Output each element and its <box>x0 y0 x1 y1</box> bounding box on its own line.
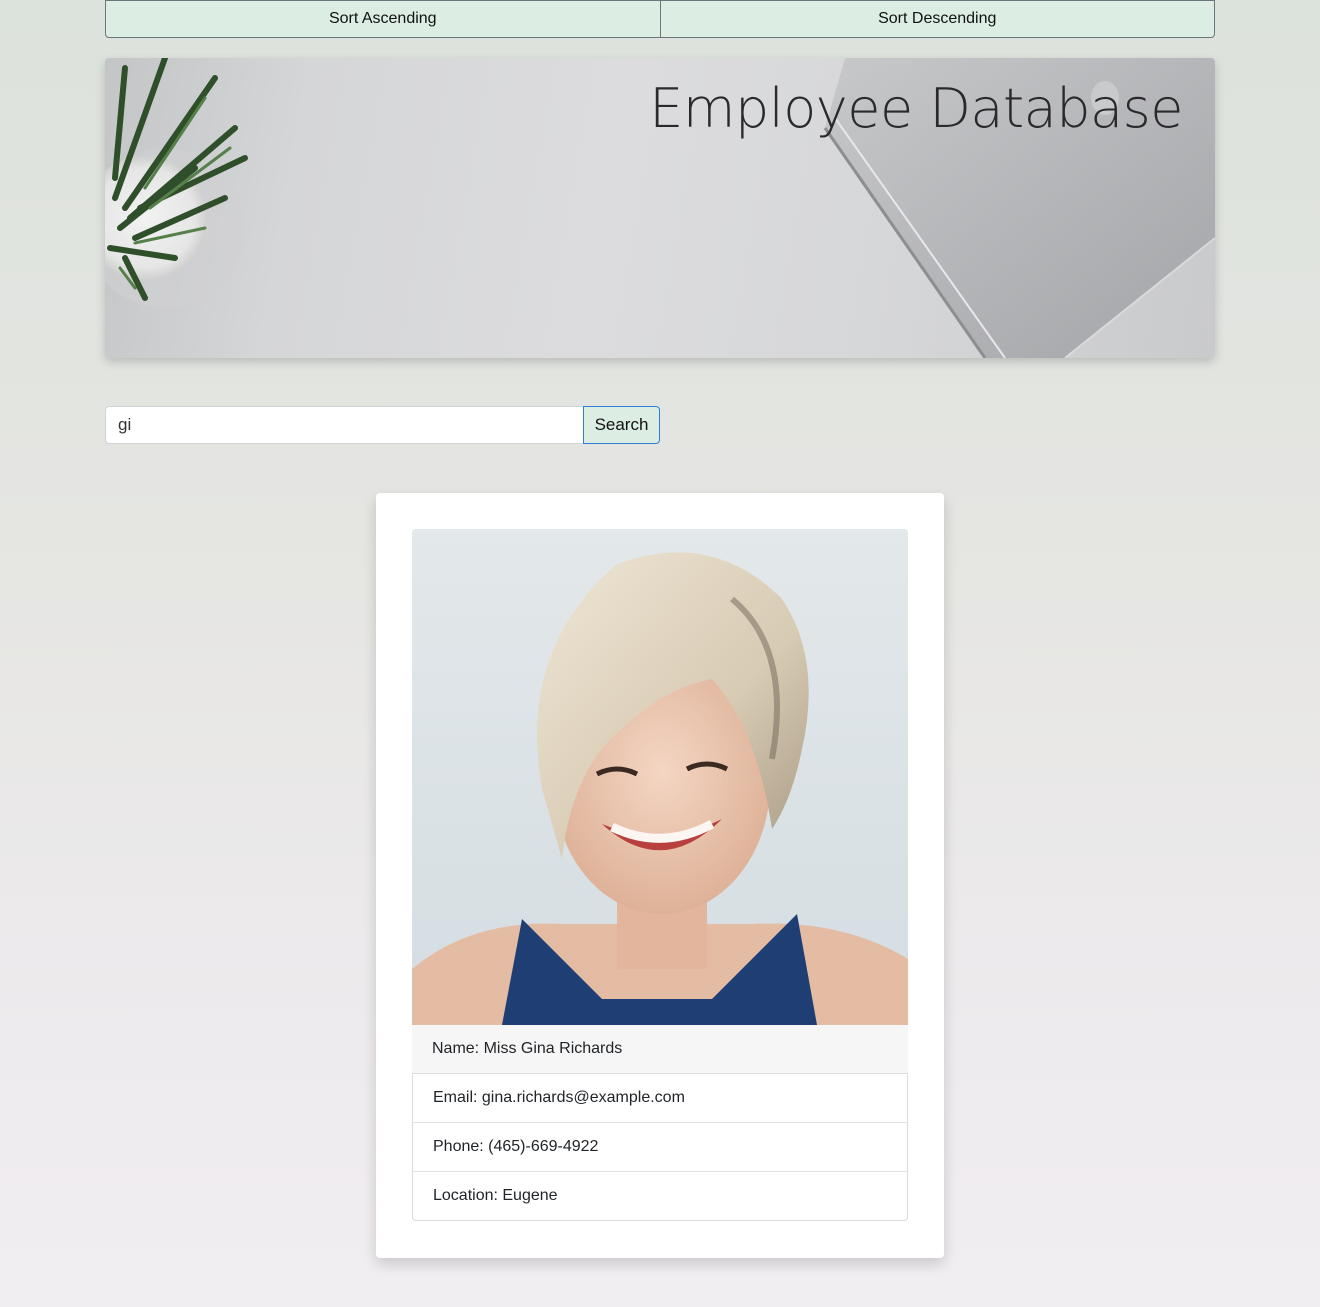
employee-photo <box>412 529 908 1025</box>
employee-card: Name: Miss Gina Richards Email: gina.ric… <box>376 493 944 1258</box>
search-button[interactable]: Search <box>583 406 660 444</box>
sort-toolbar: Sort Ascending Sort Descending <box>105 0 1215 38</box>
search-bar: Search <box>105 406 660 444</box>
employee-location: Location: Eugene <box>433 1187 558 1204</box>
header-banner: Employee Database <box>105 58 1215 358</box>
sort-descending-button[interactable]: Sort Descending <box>660 0 1215 38</box>
search-input[interactable] <box>105 406 583 444</box>
employee-portrait-image <box>412 529 908 1025</box>
page-title: Employee Database <box>649 77 1183 140</box>
employee-details-list: Email: gina.richards@example.com Phone: … <box>412 1074 908 1221</box>
employee-email: Email: gina.richards@example.com <box>413 1074 907 1123</box>
employee-name: Name: Miss Gina Richards <box>412 1025 908 1074</box>
sort-ascending-button[interactable]: Sort Ascending <box>105 0 661 38</box>
employee-phone: Phone: (465)-669-4922 <box>413 1123 907 1172</box>
